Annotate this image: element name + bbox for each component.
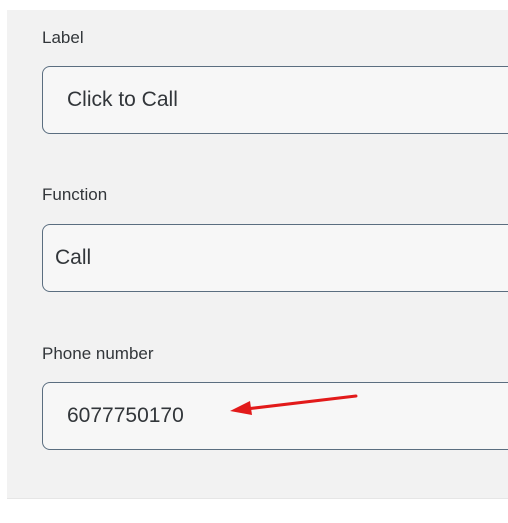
- label-field-label: Label: [42, 28, 84, 47]
- phone-number-field-label: Phone number: [42, 344, 154, 363]
- label-input[interactable]: Click to Call: [42, 66, 508, 134]
- function-select[interactable]: Call: [42, 224, 508, 292]
- label-input-value: Click to Call: [67, 88, 178, 111]
- phone-number-input[interactable]: 6077750170: [42, 382, 508, 450]
- function-field-label: Function: [42, 185, 108, 204]
- phone-number-input-value: 6077750170: [67, 404, 184, 427]
- function-select-value: Call: [55, 246, 92, 269]
